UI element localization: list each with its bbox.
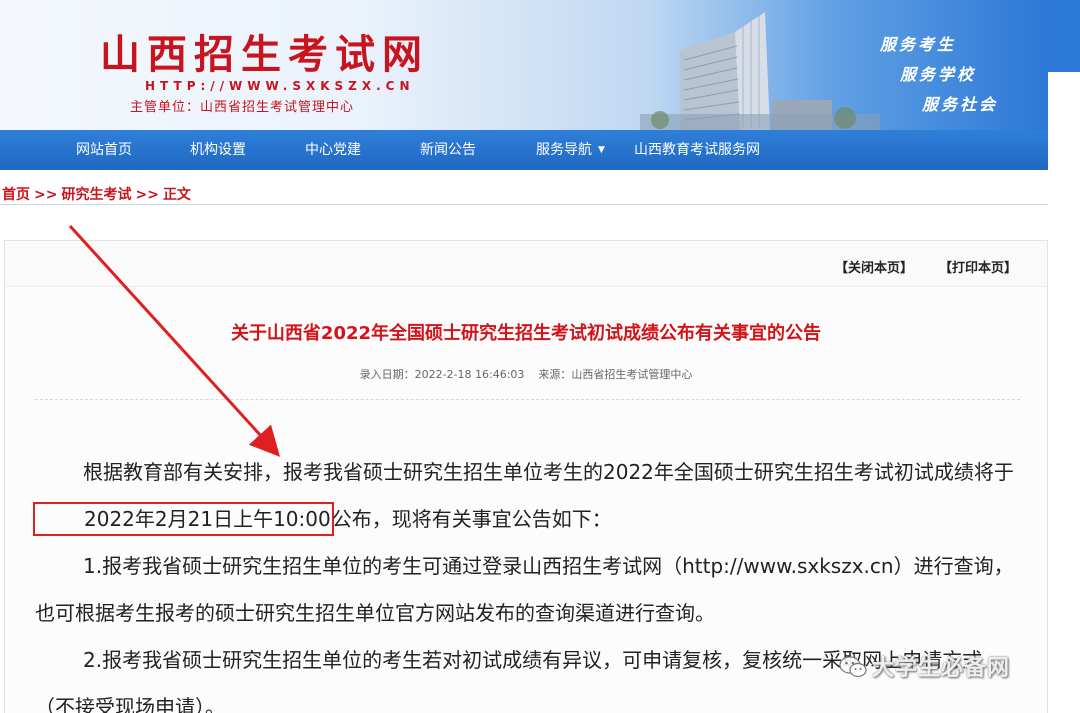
meta-source-label: 来源：	[538, 368, 572, 381]
nav-news[interactable]: 新闻公告	[420, 130, 476, 170]
meta-source: 山西省招生考试管理中心	[571, 368, 693, 381]
nav-exam-service[interactable]: 山西教育考试服务网	[634, 130, 760, 170]
nav-organization[interactable]: 机构设置	[190, 130, 246, 170]
banner-strip	[1048, 0, 1080, 72]
slogan-schools: 服务学校	[900, 65, 977, 84]
nav-party[interactable]: 中心党建	[305, 130, 361, 170]
nav-service-guide[interactable]: 服务导航 ▼	[536, 130, 605, 170]
caret-down-icon: ▼	[598, 145, 605, 155]
article-toolbar: 【关闭本页】 【打印本页】	[5, 241, 1047, 287]
article-panel: 【关闭本页】 【打印本页】 关于山西省2022年全国硕士研究生招生考试初试成绩公…	[4, 240, 1048, 713]
breadcrumb: 首页 >> 研究生考试 >> 正文	[2, 184, 191, 204]
nav-home[interactable]: 网站首页	[76, 130, 132, 170]
breadcrumb-separator: >>	[135, 187, 159, 203]
meta-date-label: 录入日期：	[359, 368, 415, 381]
release-time-highlight: 2022年2月21日上午10:00	[33, 502, 334, 536]
breadcrumb-divider	[0, 204, 1048, 205]
meta-date: 2022-2-18 16:46:03	[414, 368, 525, 381]
breadcrumb-home[interactable]: 首页	[2, 187, 30, 203]
watermark-text: 大学生必备网	[872, 656, 1011, 681]
watermark: 大学生必备网	[838, 650, 1010, 682]
close-page-button[interactable]: 【关闭本页】	[835, 257, 913, 276]
building-image	[640, 12, 880, 130]
nav-service-guide-label: 服务导航	[536, 142, 592, 158]
slogan-society: 服务社会	[922, 95, 999, 114]
site-url: HTTP://WWW.SXKSZX.CN	[145, 79, 415, 93]
article-title: 关于山西省2022年全国硕士研究生招生考试初试成绩公布有关事宜的公告	[230, 323, 822, 344]
print-page-button[interactable]: 【打印本页】	[939, 257, 1017, 276]
para1-text-before: 根据教育部有关安排，报考我省硕士研究生招生单位考生的2022年全国硕士研究生招生…	[83, 460, 1014, 484]
wechat-icon	[839, 656, 867, 678]
article-paragraph-1: 根据教育部有关安排，报考我省硕士研究生招生单位考生的2022年全国硕士研究生招生…	[33, 449, 1020, 543]
breadcrumb-separator: >>	[34, 187, 58, 203]
breadcrumb-graduate-exam[interactable]: 研究生考试	[61, 187, 131, 203]
breadcrumb-current: 正文	[162, 187, 191, 203]
site-title: 山西招生考试网	[100, 31, 429, 78]
para1-text-after: 公布，现将有关事宜公告如下：	[331, 507, 612, 531]
slogan-students: 服务考生	[880, 35, 957, 54]
meta-divider	[35, 399, 1020, 400]
header-banner: 山西招生考试网 HTTP://WWW.SXKSZX.CN 主管单位：山西省招生考…	[0, 0, 1048, 130]
site-supervisor: 主管单位：山西省招生考试管理中心	[130, 100, 355, 115]
article-meta: 录入日期：2022-2-18 16:46:03 来源：山西省招生考试管理中心	[5, 366, 1047, 382]
article-paragraph-2: 1.报考我省硕士研究生招生单位的考生可通过登录山西招生考试网（http://ww…	[35, 554, 1014, 625]
main-nav: 网站首页 机构设置 中心党建 新闻公告 服务导航 ▼ 山西教育考试服务网	[0, 130, 1048, 170]
